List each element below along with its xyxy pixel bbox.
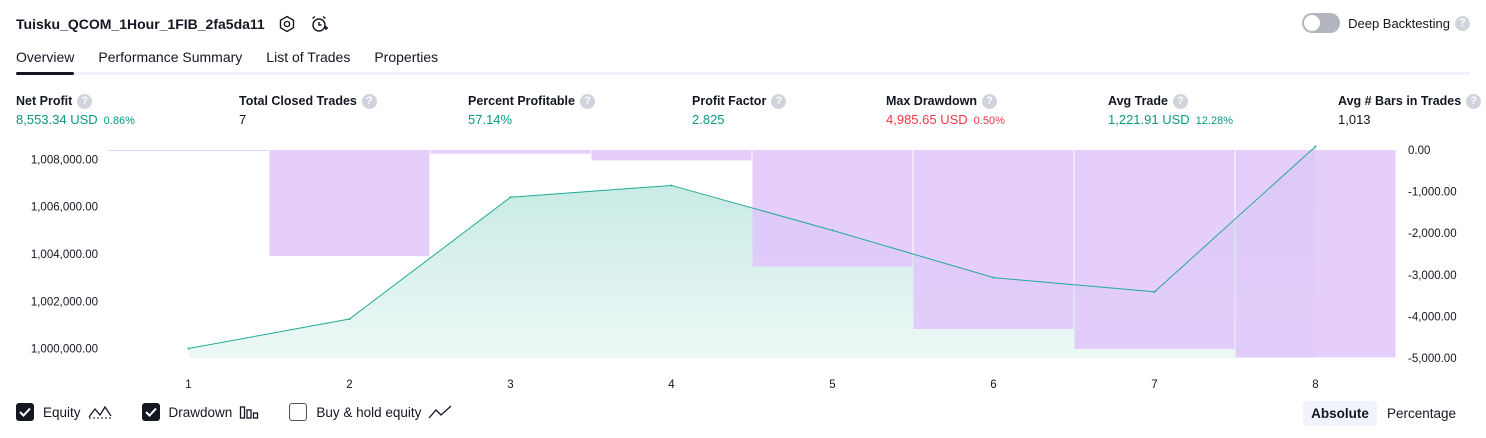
right-axis-tick-label: 0.00 [1408,145,1430,157]
drawdown-checkbox[interactable] [141,403,160,421]
equity-point [348,318,351,320]
x-axis-tick-label: 2 [346,379,352,391]
metric-avg-bars-in-trades: Avg # Bars in Trades? 1,013 [1338,93,1482,127]
metric-profit-factor: Profit Factor? 2.825 [692,93,787,127]
left-axis-tick-label: 1,000,000.00 [31,344,98,356]
strategy-header: Tuisku_QCOM_1Hour_1FIB_2fa5da11 [16,12,329,36]
legend-label: Drawdown [168,404,233,420]
absolute-button[interactable]: Absolute [1303,401,1377,426]
equity-checkbox[interactable] [16,403,34,421]
deep-backtesting-label: Deep Backtesting [1348,15,1450,31]
metric-value: 4,985.65 USD [886,112,968,127]
drawdown-bar [269,150,430,257]
right-axis-tick-label: -1,000.00 [1408,187,1457,199]
drawdown-bar [1074,150,1235,349]
deep-backtesting-control: Deep Backtesting ? [1302,13,1470,33]
info-icon[interactable]: ? [982,93,997,109]
metric-label: Profit Factor [692,94,767,108]
equity-point [509,196,512,199]
info-icon[interactable]: ? [1172,93,1188,109]
equity-point [670,184,673,187]
report-tabs: Overview Performance Summary List of Tra… [16,44,1470,75]
right-axis-tick-label: -3,000.00 [1408,270,1457,282]
drawdown-bar [108,150,269,151]
drawdown-bar [430,150,591,154]
metric-net-profit: Net Profit? 8,553.34 USD 0.86% [16,93,135,127]
x-axis-tick-label: 8 [1312,379,1318,391]
metric-percent: 0.50% [973,115,1005,127]
info-icon[interactable]: ? [1466,93,1482,109]
view-mode-switch: Absolute Percentage [1301,401,1464,426]
tab-list-of-trades[interactable]: List of Trades [266,44,350,72]
metric-percent-profitable: Percent Profitable? 57.14% [468,93,595,127]
metric-max-drawdown: Max Drawdown? 4,985.65 USD 0.50% [886,93,1005,127]
drawdown-bars-icon [239,404,259,420]
right-axis-tick-label: -4,000.00 [1408,311,1457,323]
settings-icon[interactable] [277,14,297,34]
legend-buy-hold-equity[interactable]: Buy & hold equity [289,403,452,421]
equity-point [831,229,834,232]
chart-legend: Equity Drawdown Buy & hold equity [16,403,482,421]
metric-percent: 12.28% [1195,115,1233,127]
equity-drawdown-chart: 1,000,000.00 1,002,000.00 1,004,000.00 1,00… [31,145,1457,391]
add-alert-icon[interactable] [309,14,329,34]
strategy-title: Tuisku_QCOM_1Hour_1FIB_2fa5da11 [16,16,265,32]
x-axis-tick-label: 1 [185,379,191,391]
x-axis-tick-label: 4 [668,379,675,391]
metric-value: 2.825 [692,112,725,127]
metric-label: Avg Trade [1108,94,1168,108]
x-axis-tick-label: 6 [990,379,996,391]
deep-backtesting-toggle[interactable] [1302,13,1341,33]
drawdown-bar [1235,150,1396,358]
info-icon[interactable]: ? [77,93,93,109]
info-icon[interactable]: ? [771,93,787,109]
drawdown-bar [752,150,913,267]
equity-point [1314,145,1317,148]
tab-performance-summary[interactable]: Performance Summary [98,44,242,72]
legend-label: Buy & hold equity [316,404,422,420]
info-icon[interactable]: ? [579,93,595,109]
metric-label: Avg # Bars in Trades [1338,94,1462,108]
metric-value: 1,221.91 USD [1108,112,1190,127]
legend-drawdown[interactable]: Drawdown [141,403,260,421]
right-axis-tick-label: -5,000.00 [1408,353,1457,365]
legend-equity[interactable]: Equity [16,403,112,421]
info-icon[interactable]: ? [361,93,377,109]
x-axis-tick-label: 3 [507,379,513,391]
equity-point [992,276,995,279]
buy-hold-line-icon [428,404,452,420]
metric-value: 7 [239,112,247,127]
equity-line-icon [88,404,112,420]
left-axis-tick-label: 1,002,000.00 [31,296,98,308]
metric-value: 8,553.34 USD [16,112,98,127]
equity-point [187,347,190,350]
metric-label: Net Profit [16,94,73,108]
x-axis-tick-label: 7 [1151,379,1157,391]
drawdown-bar [913,150,1074,329]
metric-label: Total Closed Trades [239,94,357,108]
x-axis-tick-label: 5 [829,379,835,391]
equity-point [1153,290,1156,293]
right-axis-tick-label: -2,000.00 [1408,228,1457,240]
left-axis-tick-label: 1,008,000.00 [31,154,98,166]
buy-hold-checkbox[interactable] [289,403,308,421]
metric-value: 57.14% [468,112,513,127]
percentage-button[interactable]: Percentage [1379,401,1464,426]
help-icon[interactable]: ? [1455,15,1470,31]
drawdown-bar [591,150,752,161]
tab-properties[interactable]: Properties [374,44,438,72]
tab-overview[interactable]: Overview [16,44,75,75]
metric-label: Max Drawdown [886,94,977,108]
metric-avg-trade: Avg Trade? 1,221.91 USD 12.28% [1108,93,1233,127]
left-axis-tick-label: 1,004,000.00 [31,249,98,261]
metric-percent: 0.86% [103,115,135,127]
left-axis-tick-label: 1,006,000.00 [31,202,98,214]
metric-value: 1,013 [1338,112,1371,127]
metric-label: Percent Profitable [468,94,575,108]
metric-total-closed-trades: Total Closed Trades? 7 [239,93,377,127]
legend-label: Equity [43,404,81,420]
